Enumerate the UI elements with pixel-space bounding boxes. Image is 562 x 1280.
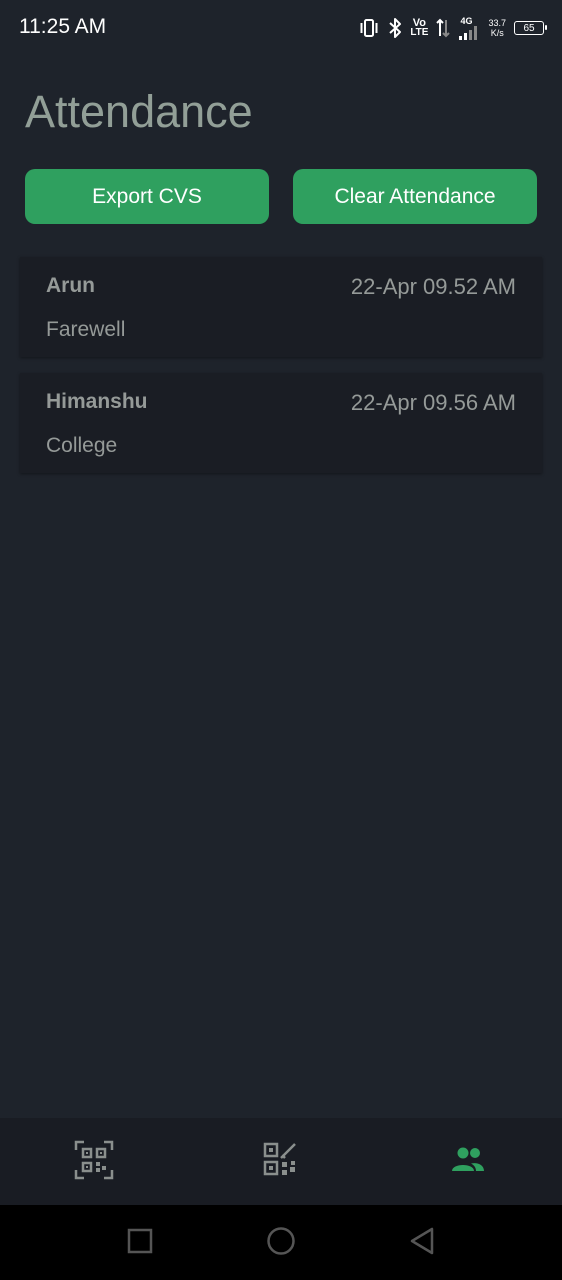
bottom-navigation <box>0 1118 562 1205</box>
home-button[interactable] <box>263 1225 299 1261</box>
volte-bottom-text: LTE <box>410 27 429 38</box>
bluetooth-icon <box>388 17 402 39</box>
battery-level: 65 <box>523 22 535 34</box>
nav-generate-qr[interactable] <box>259 1140 303 1184</box>
back-button[interactable] <box>404 1225 440 1261</box>
battery-icon: 65 <box>514 21 547 35</box>
status-time: 11:25 AM <box>19 15 107 38</box>
record-name: Himanshu <box>46 390 148 413</box>
signal-icon: 4G <box>458 16 480 40</box>
volte-icon: Vo LTE <box>410 18 428 38</box>
page-title: Attendance <box>25 86 253 137</box>
attendance-record[interactable]: Himanshu 22-Apr 09.56 AM College <box>20 373 542 473</box>
clear-attendance-button[interactable]: Clear Attendance <box>293 169 537 224</box>
circle-icon <box>266 1226 296 1261</box>
vibrate-icon <box>358 18 380 38</box>
record-event: College <box>46 434 118 457</box>
record-time: 22-Apr 09.56 AM <box>350 390 516 415</box>
record-name: Arun <box>46 274 95 297</box>
attendance-record[interactable]: Arun 22-Apr 09.52 AM Farewell <box>20 257 542 357</box>
square-icon <box>127 1228 153 1259</box>
screen: 11:25 AM Vo LTE 4G 33.7 K/s 65 Attendanc… <box>0 0 562 1280</box>
triangle-back-icon <box>409 1227 435 1260</box>
nav-attendance[interactable] <box>446 1140 490 1184</box>
status-icons: Vo LTE 4G 33.7 K/s 65 <box>358 14 547 42</box>
data-arrows-icon <box>436 17 451 39</box>
status-bar: 11:25 AM Vo LTE 4G 33.7 K/s 65 <box>0 0 562 56</box>
nav-scan-qr[interactable] <box>72 1140 116 1184</box>
system-navigation-bar <box>0 1205 562 1280</box>
qr-edit-icon <box>261 1140 301 1185</box>
qr-scan-icon <box>74 1140 114 1185</box>
people-icon <box>450 1145 486 1180</box>
recent-apps-button[interactable] <box>122 1225 158 1261</box>
network-speed: 33.7 K/s <box>488 18 506 38</box>
speed-value: 33.7 <box>488 18 506 28</box>
export-csv-button[interactable]: Export CVS <box>25 169 269 224</box>
speed-unit: K/s <box>490 28 504 38</box>
network-type-text: 4G <box>460 16 473 26</box>
record-time: 22-Apr 09.52 AM <box>350 274 516 299</box>
record-event: Farewell <box>46 318 126 341</box>
